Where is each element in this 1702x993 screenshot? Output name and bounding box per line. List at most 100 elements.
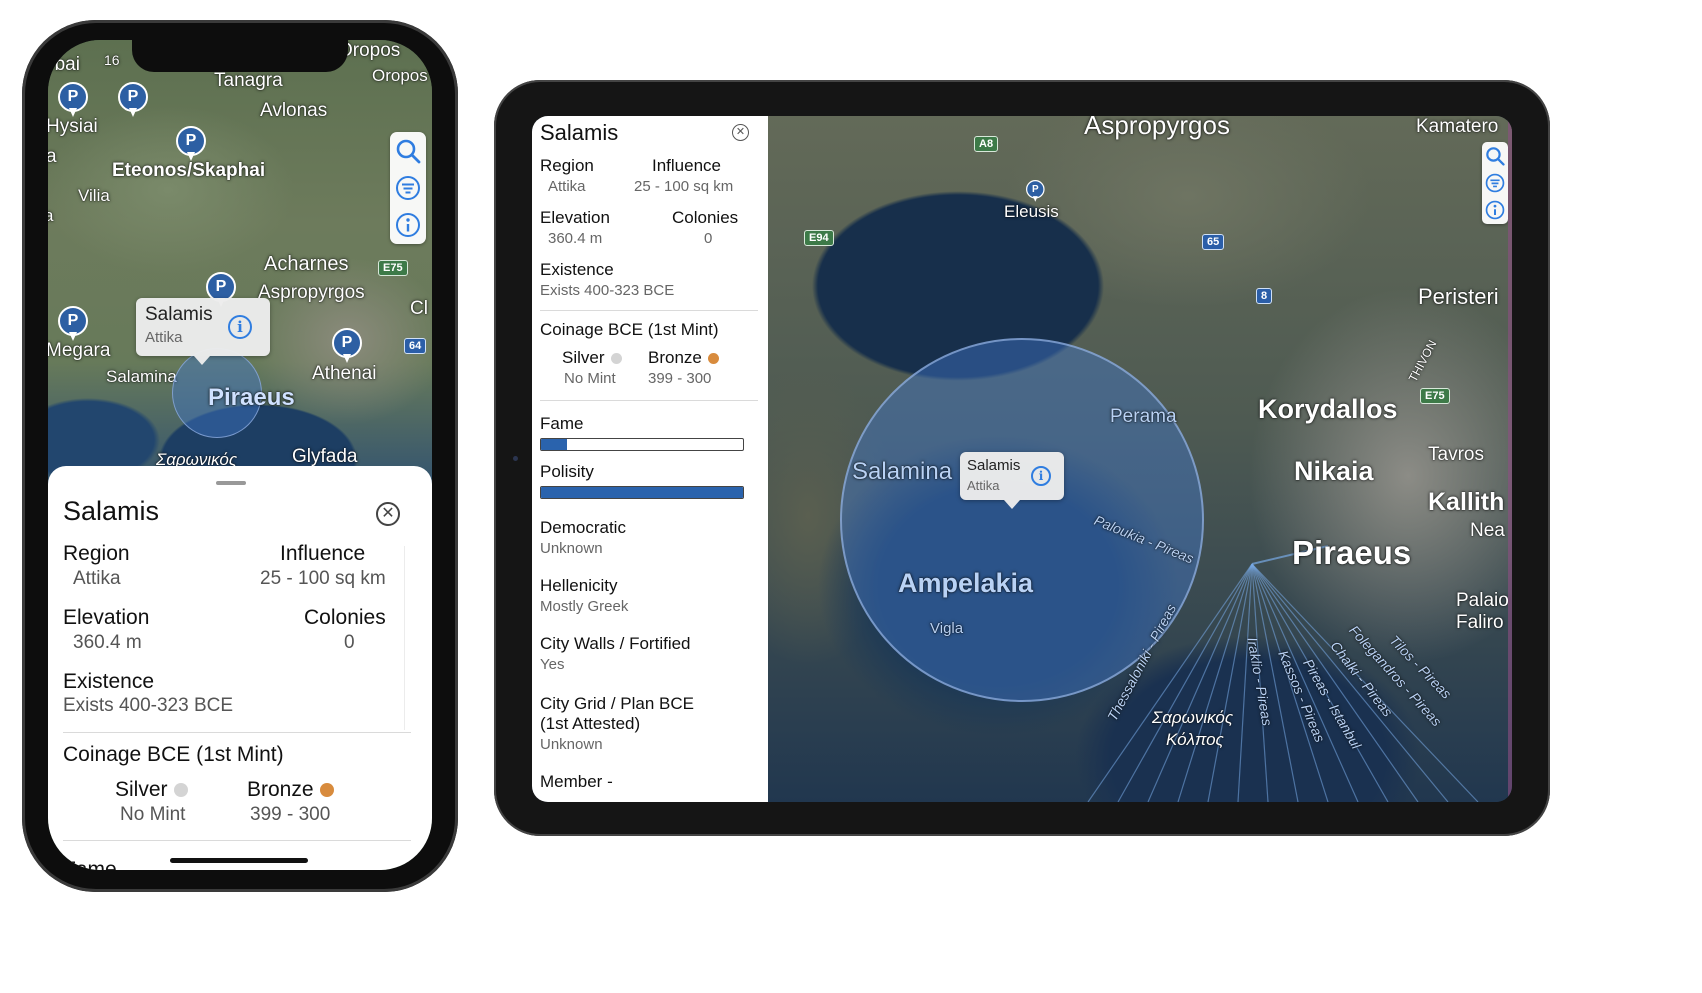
- callout-name: Salamis: [145, 304, 213, 325]
- map-pin[interactable]: P: [58, 82, 88, 118]
- map-pin[interactable]: P: [58, 306, 88, 342]
- bronze-coin: Bronze: [648, 348, 719, 368]
- road-badge-e94: E94: [804, 230, 834, 246]
- tablet-camera: [513, 456, 518, 461]
- map-label-acharnes: Acharnes: [264, 253, 349, 275]
- home-indicator[interactable]: [170, 858, 308, 863]
- influence-label: Influence: [280, 542, 366, 565]
- fame-bar: [540, 438, 744, 451]
- existence-value: Exists 400-323 BCE: [540, 282, 675, 299]
- close-icon[interactable]: ✕: [732, 124, 749, 141]
- info-icon[interactable]: i: [1031, 466, 1051, 486]
- bronze-label: Bronze: [648, 348, 702, 367]
- bronze-value: 399 - 300: [648, 370, 712, 387]
- region-label: Region: [540, 156, 594, 175]
- map-label-edge-cl: Cl: [410, 298, 428, 319]
- sheet-grabber[interactable]: [216, 481, 246, 485]
- status-time: 16: [104, 52, 120, 68]
- tablet-map[interactable]: Aspropyrgos Kamatero Eleusis Peristeri T…: [768, 116, 1512, 802]
- detail-sheet: Salamis ✕ Region Attika Influence 25 - 1…: [48, 466, 432, 870]
- silver-label: Silver: [562, 348, 605, 367]
- map-pin[interactable]: P: [118, 82, 148, 118]
- callout-region: Attika: [145, 329, 183, 346]
- scroll-track: [404, 546, 405, 730]
- map-label-avlonas: Avlonas: [260, 100, 328, 121]
- map-label-piraeus: Piraeus: [1292, 534, 1412, 571]
- region-value: Attika: [548, 178, 586, 195]
- bronze-dot: [707, 353, 719, 365]
- map-label-faliro: Faliro: [1456, 612, 1504, 633]
- map-controls: [1482, 142, 1508, 224]
- phone-map[interactable]: ebai 16 Oropos Oropos Tanagra Avlonas Hy…: [48, 40, 432, 500]
- list-filter-icon[interactable]: [395, 175, 421, 201]
- search-icon[interactable]: [395, 138, 421, 164]
- callout-name: Salamis: [967, 457, 1021, 474]
- list-filter-icon[interactable]: [1485, 173, 1505, 193]
- map-pin[interactable]: P: [176, 126, 206, 162]
- region-value: Attika: [73, 568, 121, 589]
- map-label-kallith: Kallith: [1428, 488, 1505, 516]
- map-label-salamina: Salamina: [106, 367, 177, 386]
- phone-screen: ebai 16 Oropos Oropos Tanagra Avlonas Hy…: [48, 40, 432, 870]
- detail-panel: Salamis ✕ Region Attika Influence 25 - 1…: [532, 116, 768, 802]
- map-label-saronikos-2: Κόλπος: [1166, 730, 1224, 749]
- search-icon[interactable]: [1485, 146, 1505, 166]
- info-icon[interactable]: [395, 212, 421, 238]
- tablet-screen: Aspropyrgos Kamatero Eleusis Peristeri T…: [532, 116, 1512, 802]
- map-label-aspropyrgos: Aspropyrgos: [258, 282, 365, 303]
- colonies-label: Colonies: [672, 208, 739, 227]
- polisity-bar-fill: [541, 487, 743, 498]
- map-label-saronikos-1: Σαρωνικός: [1152, 708, 1234, 727]
- map-label-salamina: Salamina: [852, 458, 953, 485]
- influence-value: 25 - 100 sq km: [634, 178, 734, 195]
- map-label-thebai: ebai: [48, 54, 80, 75]
- close-icon[interactable]: ✕: [376, 502, 400, 526]
- colonies-value: 0: [704, 230, 713, 247]
- map-callout[interactable]: Salamis Attika i: [960, 452, 1064, 509]
- silver-value: No Mint: [120, 804, 186, 825]
- grid-label-line-2: (1st Attested): [540, 714, 641, 733]
- fame-label: Fame: [540, 414, 584, 433]
- silver-coin: Silver: [115, 778, 188, 802]
- walls-value: Yes: [540, 656, 565, 673]
- coinage-label: Coinage BCE (1st Mint): [540, 320, 719, 339]
- map-label-oropos-b: Oropos: [372, 66, 428, 85]
- silver-coin: Silver: [562, 348, 622, 368]
- info-icon[interactable]: [1485, 200, 1505, 220]
- map-label-piraeus: Piraeus: [208, 384, 295, 411]
- map-label-korydallos: Korydallos: [1258, 394, 1398, 424]
- silver-value: No Mint: [564, 370, 616, 387]
- map-label-megara: Megara: [48, 340, 111, 361]
- elevation-value: 360.4 m: [548, 230, 603, 247]
- coinage-label: Coinage BCE (1st Mint): [63, 743, 284, 766]
- road-badge-65: 65: [1202, 234, 1225, 250]
- map-label-nikaia: Nikaia: [1294, 456, 1374, 486]
- hellenicity-label: Hellenicity: [540, 576, 618, 595]
- region-label: Region: [63, 542, 130, 565]
- existence-label: Existence: [540, 260, 614, 279]
- map-label-tanagra: Tanagra: [214, 70, 283, 91]
- map-label-nea: Nea: [1470, 520, 1505, 541]
- silver-dot: [610, 353, 622, 365]
- divider: [63, 732, 411, 733]
- silver-dot: [173, 783, 188, 798]
- map-label-glyfada: Glyfada: [292, 446, 358, 467]
- map-callout[interactable]: Salamis Attika i: [136, 298, 270, 365]
- colonies-label: Colonies: [304, 606, 386, 629]
- grid-value: Unknown: [540, 736, 603, 753]
- map-pin[interactable]: P: [1026, 180, 1045, 202]
- map-pin[interactable]: P: [332, 328, 362, 364]
- map-label-vigla: Vigla: [930, 620, 964, 637]
- info-icon[interactable]: i: [228, 315, 252, 339]
- silver-label: Silver: [115, 778, 168, 801]
- walls-label: City Walls / Fortified: [540, 634, 691, 653]
- hellenicity-value: Mostly Greek: [540, 598, 629, 615]
- map-label-tavros: Tavros: [1428, 444, 1484, 465]
- elevation-label: Elevation: [63, 606, 150, 629]
- screen-edge: [1508, 116, 1512, 802]
- map-label-hysiai: Hysiai: [48, 116, 98, 137]
- map-label-vilia: Vilia: [78, 186, 110, 205]
- road-badge-e75: E75: [378, 260, 408, 276]
- panel-title: Salamis: [540, 120, 619, 145]
- bronze-value: 399 - 300: [250, 804, 331, 825]
